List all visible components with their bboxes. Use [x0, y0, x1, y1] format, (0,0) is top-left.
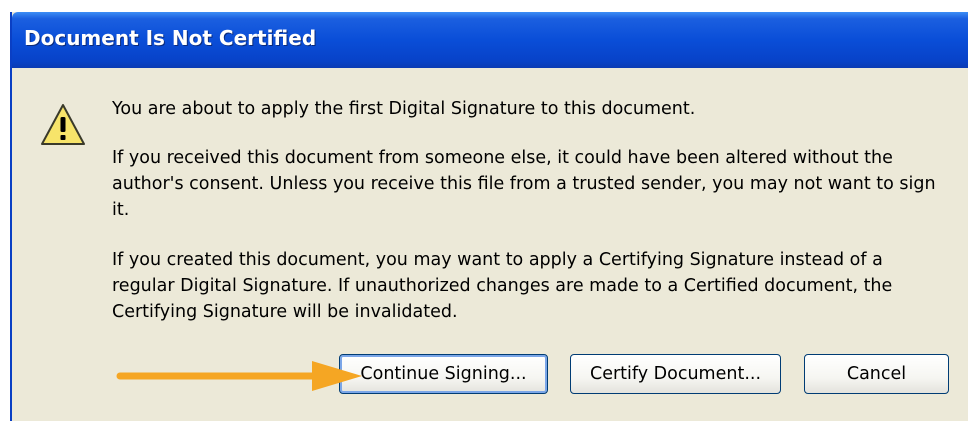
dialog-title: Document Is Not Certified: [24, 26, 317, 50]
message-certifying-suggestion: If you created this document, you may wa…: [112, 250, 893, 322]
certify-document-button[interactable]: Certify Document...: [570, 354, 781, 394]
certification-dialog: Document Is Not Certified You are about …: [10, 12, 968, 421]
cancel-button[interactable]: Cancel: [804, 354, 949, 394]
warning-icon: [41, 104, 85, 145]
dialog-title-bar[interactable]: Document Is Not Certified: [12, 12, 968, 68]
annotation-arrow: [116, 361, 362, 391]
message-first-signature: You are about to apply the first Digital…: [112, 99, 696, 119]
continue-signing-button[interactable]: Continue Signing...: [339, 354, 548, 394]
message-received-warning: If you received this document from someo…: [112, 148, 936, 220]
